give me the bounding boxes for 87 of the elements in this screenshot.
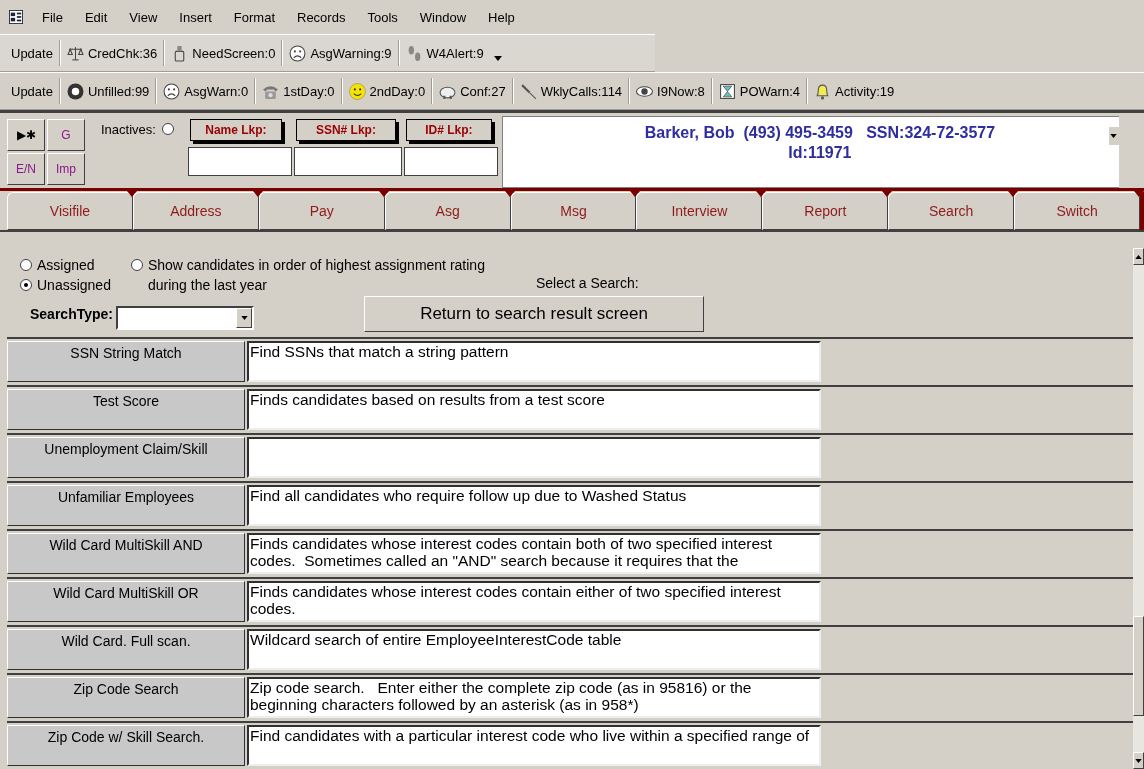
search-description: Finds candidates whose interest codes contain both of two specified interest codes. Sometimes called an "AND" search because it requires that the [247, 533, 821, 574]
search-button[interactable]: SSN String Match [7, 341, 245, 382]
tab[interactable]: Search [888, 192, 1015, 230]
inactives-label: Inactives: [101, 121, 156, 137]
return-button[interactable]: Return to search result screen [364, 296, 704, 332]
search-description: Finds candidates based on results from a test score [247, 389, 821, 430]
tab[interactable]: Interview [636, 192, 763, 230]
lookup-button[interactable]: SSN# Lkp: [295, 119, 396, 141]
frown-face-icon [163, 82, 181, 100]
search-description: Finds candidates whose interest codes contain either of two specified interest codes. [247, 581, 821, 622]
menu-item[interactable]: Format [222, 9, 286, 25]
toolbar-button[interactable]: WklyCalls:114 [513, 80, 629, 102]
radio-label: Unassigned [37, 276, 111, 295]
scroll-thumb[interactable] [1133, 616, 1144, 716]
lookup-button[interactable]: ID# Lkp: [405, 119, 492, 141]
toolbar-button[interactable]: NeedScreen:0 [165, 42, 282, 64]
record-summary: Barker, Bob (493) 495-3459 SSN:324-72-3577 [644, 123, 996, 143]
toolbar-button[interactable]: 2ndDay:0 [342, 80, 432, 102]
scroll-down-button[interactable] [1108, 127, 1119, 145]
menu-item[interactable]: Window [408, 9, 478, 25]
search-description: Find SSNs that match a string pattern [247, 341, 821, 382]
record-button[interactable]: G [47, 119, 85, 151]
search-button[interactable]: Test Score [7, 389, 245, 430]
tab[interactable]: Msg [510, 192, 637, 230]
scroll-down-button[interactable] [1133, 752, 1144, 769]
vertical-scrollbar[interactable] [1133, 248, 1144, 769]
hourglass-icon [718, 82, 736, 100]
search-description: Find all candidates who require follow up due to Washed Status [247, 485, 821, 526]
toolbar-button[interactable]: CredChk:36 [60, 42, 164, 64]
toolbar-button[interactable]: POWarn:4 [712, 80, 806, 102]
eight-ball-icon [66, 82, 84, 100]
lookup-field[interactable] [403, 147, 498, 176]
caret-icon [240, 316, 248, 320]
caret-icon [1110, 134, 1118, 138]
toolbar-button[interactable]: Activity:19 [808, 80, 901, 102]
record-button[interactable]: E/N [7, 153, 45, 185]
inactives-radio[interactable] [161, 123, 174, 135]
search-button[interactable]: Wild Card. Full scan. [7, 629, 245, 670]
radio-label: Assigned [37, 256, 95, 275]
frown-face-icon [289, 44, 307, 62]
toolbar-button[interactable]: Conf:27 [433, 80, 512, 102]
search-button[interactable]: Unfamiliar Employees [7, 485, 245, 526]
menu-item[interactable]: Tools [356, 9, 409, 25]
lookup-button[interactable]: Name Lkp: [189, 119, 282, 141]
search-description: Find candidates with a particular interest code who live within a specified range of [247, 725, 821, 766]
smiley-face-icon [348, 82, 366, 100]
radio-label: Show candidates in order of highest assignment rating during the last year [147, 256, 486, 295]
assignment-radio[interactable] [20, 259, 32, 271]
toolbar-button[interactable]: I9Now:8 [630, 80, 711, 102]
search-description: Wildcard search of entire EmployeeInterestCode table [247, 629, 821, 670]
search-button[interactable]: Wild Card MultiSkill AND [7, 533, 245, 574]
toolbar-button[interactable]: AsgWarn:0 [157, 80, 255, 102]
menu-item[interactable]: Insert [168, 9, 223, 25]
app-menu-icon[interactable] [9, 10, 23, 24]
search-button[interactable]: Unemployment Claim/Skill [7, 437, 245, 478]
ranking-radio[interactable] [130, 259, 143, 271]
update-button[interactable]: Update [5, 43, 59, 63]
search-description: Zip code search. Enter either the complete zip code (as in 95816) or the beginning characters followed by an asterisk (as in 958*) [247, 677, 821, 718]
menu-item[interactable]: Help [477, 9, 526, 25]
search-button[interactable]: Wild Card MultiSkill OR [7, 581, 245, 622]
menu-item[interactable]: File [31, 9, 74, 25]
menu-item[interactable]: View [118, 9, 169, 25]
bell-icon [814, 82, 831, 100]
toolbar-button[interactable]: AsgWarning:9 [283, 42, 398, 64]
toolbar-button[interactable]: Unfilled:99 [60, 80, 156, 102]
lookup-field[interactable] [187, 147, 292, 176]
tab[interactable]: Report [762, 192, 889, 230]
assignment-radio[interactable] [20, 279, 32, 291]
menu-item[interactable]: Edit [73, 9, 119, 25]
toolbar-button[interactable]: W4Alert:9 [399, 42, 490, 64]
search-button[interactable]: Zip Code Search [7, 677, 245, 718]
caret-icon [1135, 758, 1142, 763]
menu-item[interactable]: Records [286, 9, 357, 25]
scale-icon [66, 44, 84, 62]
scroll-up-button[interactable] [1133, 248, 1144, 265]
record-button[interactable]: Imp [47, 153, 85, 185]
toolbar-button[interactable]: 1stDay:0 [256, 80, 341, 102]
search-type-dropdown[interactable] [116, 306, 254, 330]
select-search-label: Select a Search: [535, 275, 639, 291]
record-button[interactable]: ▶✱ [7, 119, 45, 151]
update-button[interactable]: Update [5, 81, 59, 101]
toolbar-overflow-icon[interactable] [493, 55, 502, 61]
caret-icon [1135, 254, 1142, 259]
lookup-field[interactable] [293, 147, 402, 176]
record-id: Id:11971 [788, 143, 852, 163]
search-type-label: SearchType: [30, 306, 113, 322]
search-button[interactable]: Zip Code w/ Skill Search. [7, 725, 245, 766]
